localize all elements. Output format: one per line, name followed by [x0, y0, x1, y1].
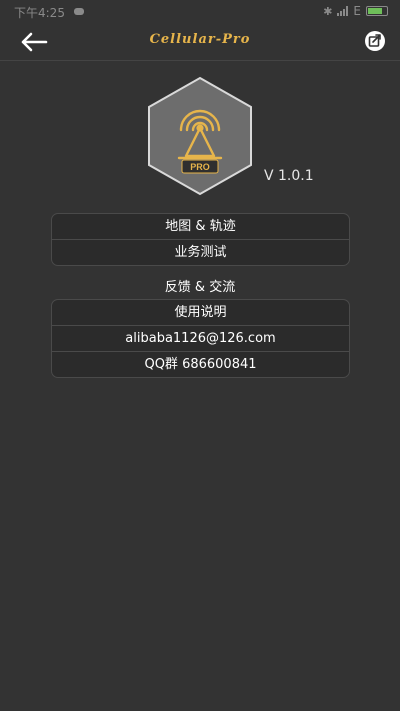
menu-item-email[interactable]: alibaba1126@126.com: [52, 325, 349, 351]
status-bar: 下午4:25 ✱ E: [0, 0, 400, 24]
menu-group-feedback: 使用说明 alibaba1126@126.com QQ群 686600841: [51, 299, 350, 378]
network-type: E: [353, 4, 361, 18]
section-label-feedback: 反馈 & 交流: [164, 280, 236, 295]
app-logo: PRO: [145, 76, 255, 196]
app-title: Cellular-Pro: [149, 32, 251, 47]
status-indicators: ✱ E: [323, 4, 388, 18]
bluetooth-icon: ✱: [323, 4, 333, 18]
menu-item-map-track[interactable]: 地图 & 轨迹: [52, 214, 349, 239]
version-label: V 1.0.1: [264, 168, 314, 184]
signal-icon: [337, 6, 349, 16]
menu-item-instructions[interactable]: 使用说明: [52, 300, 349, 325]
toolbar: Cellular-Pro: [0, 24, 400, 61]
menu-group-main: 地图 & 轨迹 业务测试: [51, 213, 350, 266]
status-time: 下午4:25: [14, 6, 65, 20]
message-icon: [74, 8, 84, 15]
menu-item-service-test[interactable]: 业务测试: [52, 239, 349, 265]
menu-item-qq-group[interactable]: QQ群 686600841: [52, 351, 349, 377]
battery-icon: [366, 6, 388, 16]
share-icon[interactable]: [364, 30, 386, 52]
logo-badge-text: PRO: [190, 162, 210, 172]
